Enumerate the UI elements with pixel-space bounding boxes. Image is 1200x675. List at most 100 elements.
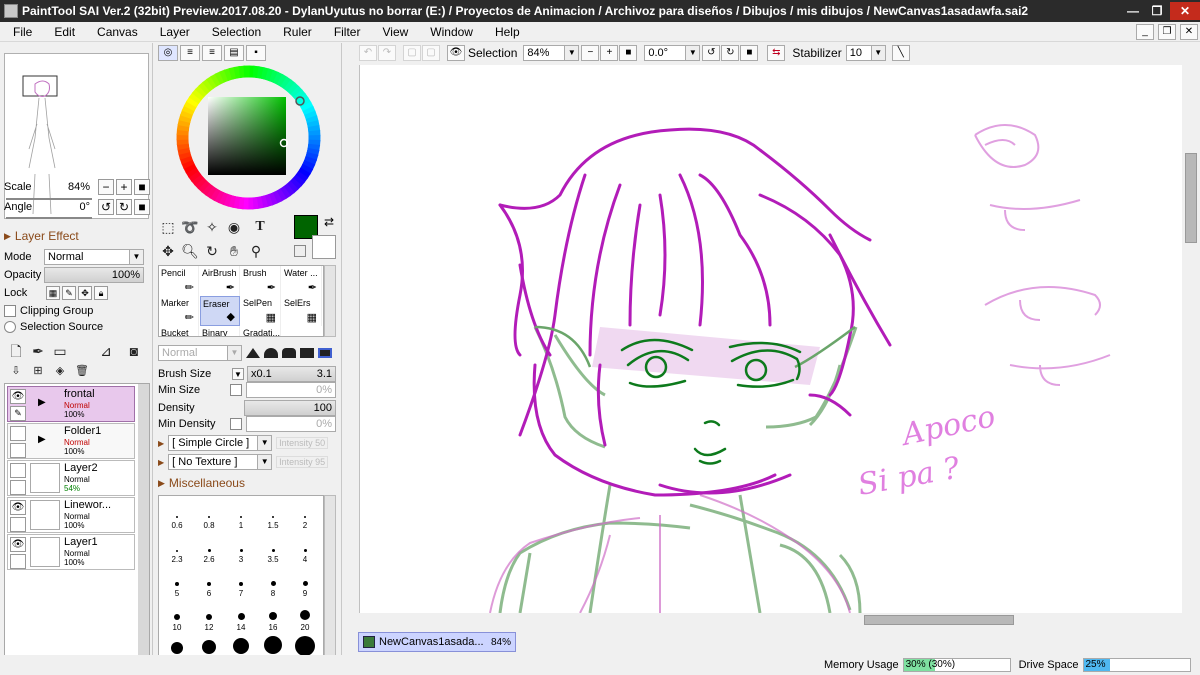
zoom-reset-button[interactable]: ■ <box>619 45 638 61</box>
edit-toggle[interactable] <box>10 517 26 532</box>
tip-round-icon[interactable] <box>264 348 278 358</box>
menu-file[interactable]: File <box>0 25 41 39</box>
brush-size-preset[interactable]: 3.5 <box>257 534 289 564</box>
brush-size-preset[interactable]: 16 <box>257 602 289 632</box>
edit-toggle[interactable] <box>10 480 26 495</box>
rotate-right-button[interactable]: ↻ <box>721 45 740 61</box>
shape-select-icon[interactable]: ◉ <box>224 217 244 237</box>
opacity-slider[interactable]: 100% <box>44 267 144 283</box>
maximize-button[interactable]: ❐ <box>1146 2 1168 20</box>
swap-colors-icon[interactable]: ⇄ <box>324 215 334 229</box>
menu-edit[interactable]: Edit <box>41 25 84 39</box>
brush-size-preset[interactable]: 4 <box>289 534 321 564</box>
clear-layer-icon[interactable]: ◈ <box>50 361 70 381</box>
brush-size-preset[interactable]: 5 <box>161 568 193 598</box>
horizontal-scroll-thumb[interactable] <box>864 615 1014 625</box>
zoom-in-button[interactable]: + <box>116 179 132 195</box>
zoom-out-button[interactable]: − <box>98 179 114 195</box>
hsv-slider-tab-icon[interactable]: ≡ <box>202 45 222 61</box>
canvas-vertical-scrollbar[interactable] <box>1183 63 1199 628</box>
stabilizer-dropdown[interactable]: 10 ▼ <box>845 45 886 61</box>
eye-icon[interactable]: 👁︎ <box>10 537 26 552</box>
folder-expand-icon[interactable]: ▶ <box>38 397 46 408</box>
min-density-slider[interactable]: 0% <box>246 416 336 432</box>
lock-transparency-icon[interactable]: ▦ <box>46 286 60 300</box>
color-wheel-tab-icon[interactable]: ◎ <box>158 45 178 61</box>
zoom-dropdown[interactable]: 84% ▼ <box>523 45 580 61</box>
eye-icon[interactable]: 👁︎ <box>10 500 26 515</box>
folder-expand-icon[interactable]: ▶ <box>38 434 46 445</box>
brush-size-scrollbar[interactable] <box>324 495 336 673</box>
transfer-down-icon[interactable]: ⇩ <box>6 361 26 381</box>
rotate-left-button[interactable]: ↺ <box>702 45 721 61</box>
deselect-button[interactable]: ▢ <box>403 45 421 61</box>
background-color-swatch[interactable] <box>312 235 336 259</box>
brush-selpen[interactable]: SelPen ▦ <box>241 296 281 326</box>
new-layer-icon[interactable]: 🗋︎ <box>6 341 26 361</box>
doc-minimize-button[interactable]: _ <box>1136 23 1154 40</box>
menu-view[interactable]: View <box>369 25 417 39</box>
move-icon[interactable]: ✥ <box>158 241 178 261</box>
visibility-toggle[interactable] <box>10 426 26 441</box>
brush-gradient[interactable]: Gradati... <box>241 326 281 336</box>
lock-paint-icon[interactable]: ✎ <box>62 286 76 300</box>
eyedropper-icon[interactable]: ⚲ <box>246 241 266 261</box>
zoom-reset-button[interactable]: ■ <box>134 179 150 195</box>
mask-icon[interactable]: ◙ <box>124 341 144 361</box>
menu-layer[interactable]: Layer <box>147 25 199 39</box>
lock-move-icon[interactable]: ✥ <box>78 286 92 300</box>
zoom-in-button[interactable]: + <box>600 45 619 61</box>
edit-pen-icon[interactable]: ✎ <box>10 406 26 421</box>
menu-filter[interactable]: Filter <box>321 25 370 39</box>
angle-slider[interactable] <box>6 217 92 219</box>
tip-soft-icon[interactable] <box>282 348 296 358</box>
layer-item-frontal[interactable]: 👁︎ ✎ ▶ frontal Normal 100% <box>7 386 135 422</box>
brush-pencil[interactable]: Pencil ✏ <box>159 266 199 296</box>
new-linework-icon[interactable]: ✒ <box>28 341 48 361</box>
brush-selers[interactable]: SelErs ▦ <box>282 296 322 326</box>
min-size-slider[interactable]: 0% <box>246 382 336 398</box>
brush-size-preset[interactable]: 7 <box>225 568 257 598</box>
brush-marker[interactable]: Marker ✏ <box>159 296 199 326</box>
layer-item-layer2[interactable]: Layer2 Normal 54% <box>7 460 135 496</box>
density-slider[interactable]: 100 <box>244 400 336 416</box>
brush-size-preset[interactable]: 10 <box>161 602 193 632</box>
brush-brush[interactable]: Brush ✒ <box>241 266 281 296</box>
texture-intensity[interactable]: Intensity 95 <box>276 456 329 468</box>
brush-water[interactable]: Water ... ✒ <box>282 266 322 296</box>
menu-canvas[interactable]: Canvas <box>84 25 147 39</box>
ruler-layer-icon[interactable]: ⊿ <box>96 341 116 361</box>
close-button[interactable]: ✕ <box>1170 2 1200 20</box>
brush-shape-dropdown[interactable]: [ Simple Circle ] ▼ <box>168 435 273 451</box>
drawing-canvas[interactable]: Apoco Si pa ? <box>359 65 1182 614</box>
clipping-group-checkbox[interactable] <box>4 305 16 317</box>
flip-canvas-icon[interactable]: ⇆ <box>767 45 786 61</box>
rotate-reset-button[interactable]: ■ <box>740 45 759 61</box>
edit-toggle[interactable] <box>10 554 26 569</box>
brush-blend-dropdown[interactable]: Normal ▼ <box>158 345 242 361</box>
zoom-out-button[interactable]: − <box>581 45 600 61</box>
lock-all-icon[interactable]: 🔒︎ <box>94 286 108 300</box>
new-folder-icon[interactable]: ▭ <box>50 341 70 361</box>
shape-intensity[interactable]: Intensity 50 <box>276 437 329 449</box>
transparent-color-icon[interactable] <box>294 245 306 257</box>
text-tool-icon[interactable]: T <box>250 217 270 237</box>
tip-square-icon[interactable] <box>300 348 314 358</box>
hue-segment[interactable] <box>243 65 250 78</box>
canvas-horizontal-scrollbar[interactable] <box>359 613 1182 627</box>
blend-mode-dropdown[interactable]: Normal ▼ <box>44 249 144 265</box>
layer-item-folder1[interactable]: ▶ Folder1 Normal 100% <box>7 423 135 459</box>
rotate-reset-button[interactable]: ■ <box>134 199 150 215</box>
min-density-checkbox[interactable] <box>230 418 242 430</box>
rgb-slider-tab-icon[interactable]: ≡ <box>180 45 200 61</box>
doc-close-button[interactable]: ✕ <box>1180 23 1198 40</box>
menu-help[interactable]: Help <box>482 25 529 39</box>
brush-size-preset[interactable]: 0.6 <box>161 500 193 530</box>
vertical-scroll-thumb[interactable] <box>1185 153 1197 243</box>
selection-source-radio[interactable] <box>4 321 16 333</box>
brush-size-preset[interactable]: 12 <box>193 602 225 632</box>
doc-restore-button[interactable]: ❐ <box>1158 23 1176 40</box>
invert-selection-button[interactable]: ▢ <box>422 45 440 61</box>
edit-toggle[interactable] <box>10 443 26 458</box>
rotate-left-button[interactable]: ↺ <box>98 199 114 215</box>
